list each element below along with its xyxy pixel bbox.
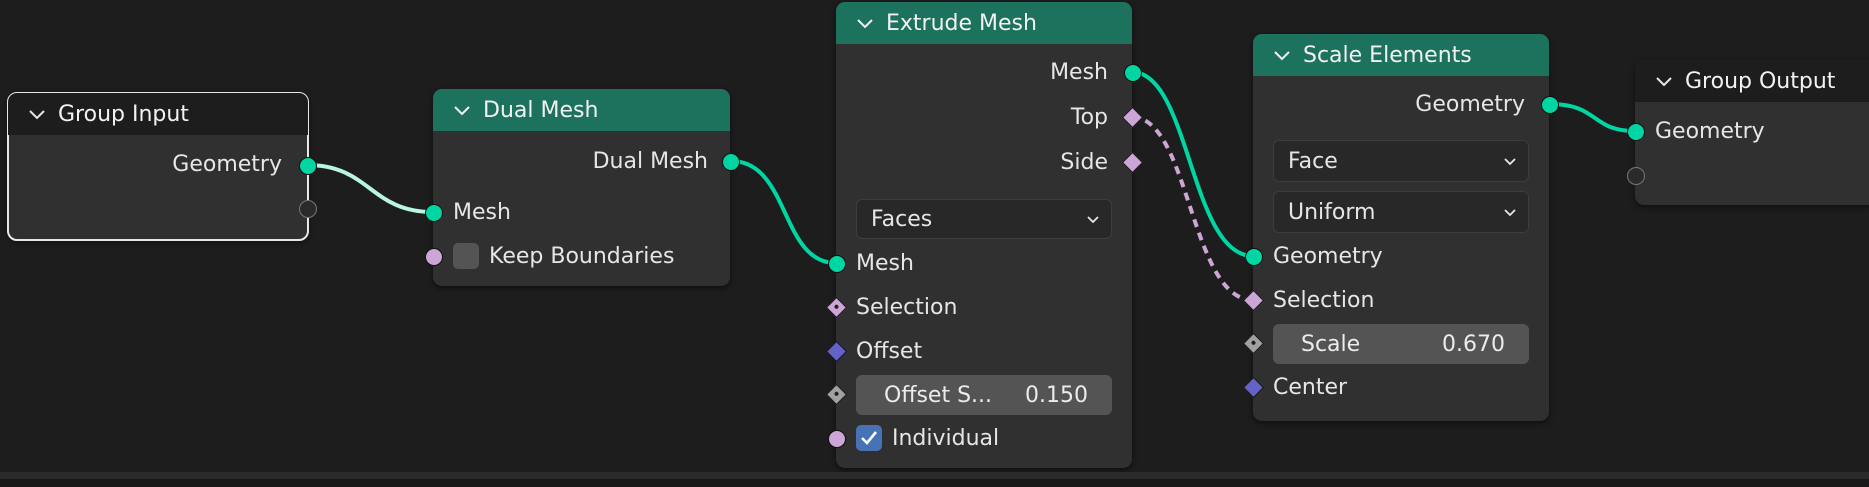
input-individual-socket[interactable] bbox=[828, 430, 846, 448]
chevron-down-icon[interactable] bbox=[854, 12, 876, 34]
input-empty-socket[interactable] bbox=[1627, 167, 1645, 185]
input-selection-label: Selection bbox=[856, 295, 958, 320]
dropdown-value: Uniform bbox=[1288, 199, 1376, 225]
dropdown-arrow-icon bbox=[1087, 216, 1099, 224]
scale-elements-header[interactable]: Scale Elements bbox=[1253, 34, 1549, 76]
domain-dropdown[interactable]: Face bbox=[1273, 140, 1529, 182]
link-scale-groupoutput[interactable] bbox=[1548, 102, 1636, 133]
input-geometry-label: Geometry bbox=[1655, 119, 1765, 144]
input-offset-scale-socket[interactable] bbox=[825, 383, 848, 406]
extrude-mode-dropdown[interactable]: Faces bbox=[856, 199, 1112, 239]
output-mesh-socket[interactable] bbox=[1124, 64, 1142, 82]
input-center-socket[interactable] bbox=[1242, 376, 1265, 399]
extrude-mesh-node[interactable]: Extrude Mesh Mesh Top Side Faces Mesh Se… bbox=[825, 2, 1144, 468]
input-selection-socket[interactable] bbox=[1242, 289, 1265, 312]
node-title: Dual Mesh bbox=[483, 97, 599, 123]
input-scale-socket[interactable] bbox=[1242, 332, 1265, 355]
output-mesh-label: Mesh bbox=[1050, 60, 1108, 85]
input-geometry-socket[interactable] bbox=[1627, 123, 1645, 141]
input-geometry-label: Geometry bbox=[1273, 244, 1383, 269]
input-offset-socket[interactable] bbox=[825, 340, 848, 363]
dropdown-value: Faces bbox=[871, 206, 933, 232]
output-top-label: Top bbox=[1070, 105, 1108, 130]
scale-mode-dropdown[interactable]: Uniform bbox=[1273, 191, 1529, 233]
input-center-label: Center bbox=[1273, 375, 1348, 400]
bottom-panel-edge[interactable] bbox=[0, 479, 1869, 487]
individual-label: Individual bbox=[892, 426, 1000, 451]
keep-boundaries-checkbox[interactable] bbox=[453, 243, 479, 269]
top-toolbar-strip bbox=[0, 0, 620, 4]
link-groupinput-dualmesh[interactable] bbox=[306, 163, 434, 214]
dual-mesh-node[interactable]: Dual Mesh Dual Mesh Mesh Keep Boundaries bbox=[425, 89, 740, 286]
dropdown-arrow-icon bbox=[1504, 209, 1516, 217]
extrude-mesh-header[interactable]: Extrude Mesh bbox=[836, 2, 1132, 44]
input-mesh-socket[interactable] bbox=[425, 204, 443, 222]
chevron-down-icon[interactable] bbox=[26, 103, 48, 125]
dropdown-arrow-icon bbox=[1504, 158, 1516, 166]
chevron-down-icon[interactable] bbox=[1271, 44, 1293, 66]
input-selection-label: Selection bbox=[1273, 288, 1375, 313]
checkmark-icon bbox=[861, 431, 878, 445]
input-mesh-label: Mesh bbox=[453, 200, 511, 225]
output-dual-mesh-socket[interactable] bbox=[722, 153, 740, 171]
group-input-node[interactable]: Group Input Geometry bbox=[7, 92, 317, 241]
input-mesh-label: Mesh bbox=[856, 251, 914, 276]
input-selection-socket[interactable] bbox=[825, 296, 848, 319]
field-value: 0.150 bbox=[1025, 382, 1088, 408]
output-side-socket[interactable] bbox=[1121, 151, 1144, 174]
input-mesh-socket[interactable] bbox=[828, 255, 846, 273]
output-top-socket[interactable] bbox=[1121, 106, 1144, 129]
output-geometry-socket[interactable] bbox=[1541, 96, 1559, 114]
group-output-header[interactable]: Group Output bbox=[1635, 60, 1869, 102]
individual-checkbox[interactable] bbox=[856, 425, 882, 451]
group-input-header[interactable]: Group Input bbox=[8, 93, 308, 135]
output-empty-socket[interactable] bbox=[299, 200, 317, 218]
output-geometry-label: Geometry bbox=[172, 152, 282, 177]
input-offset-label: Offset bbox=[856, 339, 923, 364]
output-side-label: Side bbox=[1060, 150, 1108, 175]
offset-scale-field[interactable]: Offset S... 0.150 bbox=[856, 375, 1112, 415]
node-title: Extrude Mesh bbox=[886, 10, 1037, 36]
output-dual-mesh-label: Dual Mesh bbox=[592, 149, 708, 174]
field-value: 0.670 bbox=[1442, 331, 1505, 357]
field-label: Offset S... bbox=[884, 382, 993, 408]
node-title: Group Output bbox=[1685, 68, 1836, 94]
output-geometry-socket[interactable] bbox=[299, 157, 317, 175]
node-title: Group Input bbox=[58, 101, 189, 127]
link-extrude-top-scale-selection[interactable] bbox=[1131, 115, 1254, 302]
dropdown-value: Face bbox=[1288, 148, 1338, 174]
node-title: Scale Elements bbox=[1303, 42, 1472, 68]
link-extrude-mesh-scale-geometry[interactable] bbox=[1131, 70, 1254, 258]
output-geometry-label: Geometry bbox=[1415, 92, 1525, 117]
keep-boundaries-label: Keep Boundaries bbox=[489, 244, 675, 269]
dual-mesh-header[interactable]: Dual Mesh bbox=[433, 89, 730, 131]
chevron-down-icon[interactable] bbox=[451, 99, 473, 121]
scale-field[interactable]: Scale 0.670 bbox=[1273, 324, 1529, 364]
field-label: Scale bbox=[1301, 331, 1361, 357]
group-output-node[interactable]: Group Output Geometry bbox=[1627, 60, 1869, 205]
bottom-divider bbox=[0, 472, 1869, 479]
link-dualmesh-extrude[interactable] bbox=[730, 159, 837, 265]
input-geometry-socket[interactable] bbox=[1245, 248, 1263, 266]
input-keep-boundaries-socket[interactable] bbox=[425, 248, 443, 266]
chevron-down-icon[interactable] bbox=[1653, 70, 1675, 92]
scale-elements-node[interactable]: Scale Elements Geometry Face Uniform Geo… bbox=[1242, 34, 1559, 421]
